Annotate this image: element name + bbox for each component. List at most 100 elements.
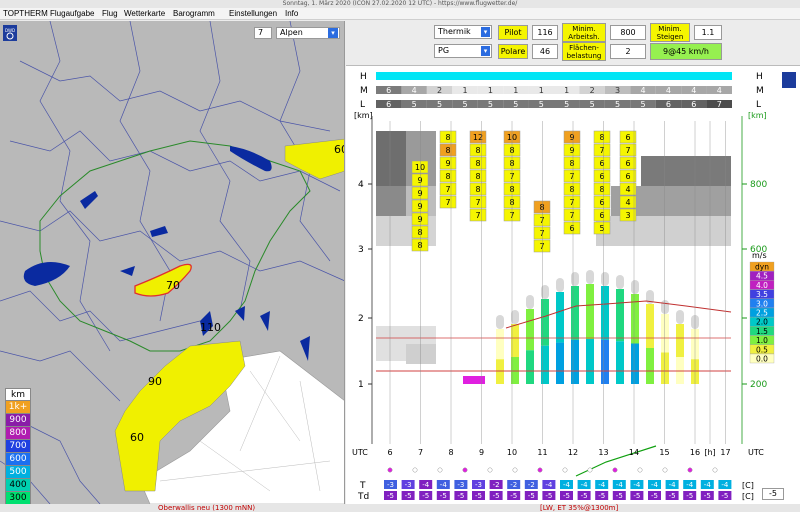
menu-item-toptherm[interactable]: TOPTHERM	[3, 8, 48, 20]
colorbar-label: dyn	[755, 263, 769, 272]
t-value: -2	[493, 481, 500, 489]
thermal-value: 7	[539, 229, 544, 238]
mid-cloud-value: 4	[717, 86, 722, 95]
climb-bar-segment	[571, 286, 579, 340]
weather-symbol-icon	[412, 467, 418, 473]
climb-bar-segment	[496, 329, 504, 360]
td-value: -5	[633, 492, 640, 500]
hour-tick: 8	[448, 448, 453, 457]
left-axis-unit: [km]	[354, 111, 373, 120]
menu-item-wetterkarte[interactable]: Wetterkarte	[124, 8, 165, 20]
mid-cloud-value: 1	[564, 86, 569, 95]
min-work-input[interactable]: 800	[610, 25, 646, 40]
wind-result: 9@45 km/h	[650, 43, 722, 60]
td-value: -5	[475, 492, 482, 500]
td-value: -5	[510, 492, 517, 500]
thermal-value: 8	[445, 146, 450, 155]
mid-cloud-value: 2	[437, 86, 442, 95]
mid-cloud-value: 3	[615, 86, 620, 95]
climb-bar-segment	[556, 342, 564, 384]
chevron-down-icon: ▾	[481, 46, 490, 56]
low-cloud-value: 5	[615, 100, 620, 109]
thermal-value: 8	[539, 203, 544, 212]
wing-load-input[interactable]: 2	[610, 44, 646, 59]
menu-item-flug[interactable]: Flug	[102, 8, 118, 20]
td-value: -5	[457, 492, 464, 500]
t-value: -3	[457, 481, 464, 489]
t-value: -3	[405, 481, 412, 489]
glider-select[interactable]: PG ▾	[434, 44, 492, 58]
utc-label-right: UTC	[748, 448, 764, 457]
left-axis-tick: 2	[358, 314, 364, 324]
legend-row: 300	[5, 492, 31, 504]
climb-bar-segment	[676, 324, 684, 357]
t-value: -4	[616, 481, 624, 489]
window-title: Sonntag, 1. März 2020 (ICON 27.02.2020 1…	[0, 0, 800, 8]
thermal-value: 8	[417, 241, 422, 250]
hour-tick: 6	[387, 448, 392, 457]
thermal-forecast-chart[interactable]: H H M M L L 6 4 2 1 1 1 1 1 2 3 4 4 4 4 6 5 5 5 5 5 5 5 5 5 5 6 6 7 [km] [k…	[346, 65, 800, 504]
thermal-value: 8	[475, 185, 480, 194]
mode-select[interactable]: Thermik ▾	[434, 25, 492, 39]
thermal-value: 7	[569, 198, 574, 207]
td-value: -5	[598, 492, 605, 500]
td-value: -5	[440, 492, 447, 500]
legend-row: 600	[5, 453, 31, 466]
cloud-cover-block	[406, 344, 436, 364]
weather-map[interactable]: 60 70 110 90 60 DWD 7 Alpen ▾ km 1k+9008…	[0, 21, 345, 504]
status-bar: Oberwallis neu (1300 mNN) [LW, ET 35%@13…	[0, 504, 800, 512]
region-select[interactable]: Alpen ▾	[276, 27, 340, 39]
colorbar-label: 3.0	[756, 299, 768, 308]
hour-tick: 11	[537, 448, 547, 457]
min-climb-input[interactable]: 1.1	[694, 25, 722, 40]
cloud-base-bubble	[556, 278, 564, 292]
hour-tick: 13	[598, 448, 608, 457]
thermal-value: 9	[445, 159, 450, 168]
climb-bar-segment	[646, 348, 654, 384]
dwd-logo-icon: DWD	[3, 25, 17, 41]
t-value: -4	[422, 481, 430, 489]
low-cloud-value: 6	[666, 100, 671, 109]
td-value: -5	[616, 492, 623, 500]
svg-text:DWD: DWD	[5, 28, 15, 33]
menu-item-einstellungen[interactable]: Einstellungen	[229, 8, 277, 20]
thermal-value: 7	[539, 242, 544, 251]
cloud-base-bubble	[676, 310, 684, 324]
thermal-value: 8	[569, 185, 574, 194]
mid-cloud-value: 1	[539, 86, 544, 95]
low-cloud-value: 5	[640, 100, 645, 109]
hour-tick: 14	[629, 448, 639, 457]
pilot-input[interactable]: 116	[532, 25, 558, 40]
contour-label: 70	[166, 279, 180, 292]
contour-label: 90	[148, 375, 162, 388]
menu-item-barogramm[interactable]: Barogramm	[173, 8, 215, 20]
thermal-value: 7	[569, 172, 574, 181]
wing-load-label: Flächen- belastung	[562, 42, 606, 61]
menu-item-flugaufgabe[interactable]: Flugaufgabe	[50, 8, 94, 20]
map-canvas: 60 70 110 90 60 DWD	[0, 21, 344, 504]
thermal-value: 8	[445, 172, 450, 181]
parameter-controls: Thermik ▾ Pilot 116 Minim. Arbeitsh. 800…	[346, 21, 800, 63]
right-axis-tick: 200	[750, 380, 767, 390]
hour-tick: 10	[507, 448, 517, 457]
cloud-cover-block	[376, 131, 406, 186]
zoom-select[interactable]: -5	[762, 488, 784, 500]
weather-symbol-icon	[612, 467, 618, 473]
status-location: Oberwallis neu (1300 mNN)	[158, 504, 256, 512]
mid-cloud-value: 1	[513, 86, 518, 95]
weather-symbol-icon	[562, 467, 568, 473]
colorbar-label: 0.5	[756, 345, 768, 354]
t-value: -4	[563, 481, 571, 489]
climb-bar-segment	[541, 299, 549, 346]
t-label: T	[359, 481, 366, 491]
hour-select[interactable]: 7	[254, 27, 272, 39]
polar-input[interactable]: 46	[532, 44, 558, 59]
t-value: -4	[581, 481, 589, 489]
td-value: -5	[721, 492, 728, 500]
menu-item-info[interactable]: Info	[285, 8, 298, 20]
thermal-value: 8	[475, 146, 480, 155]
td-value: -5	[405, 492, 412, 500]
legend-header: km	[5, 388, 31, 401]
thermal-value: 8	[599, 133, 604, 142]
td-value: -5	[422, 492, 429, 500]
